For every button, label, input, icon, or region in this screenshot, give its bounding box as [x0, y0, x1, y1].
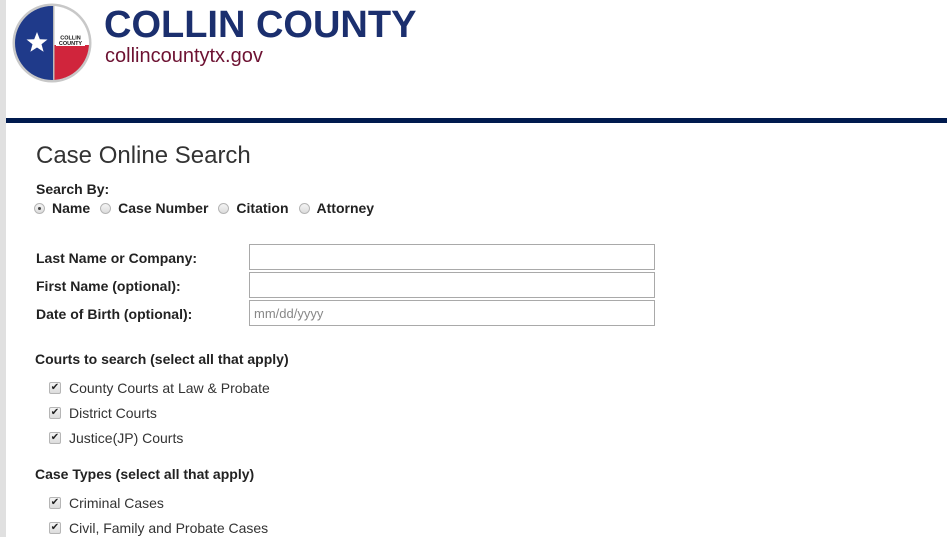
checkbox-district-courts[interactable]: ✔ District Courts [49, 405, 157, 421]
checkbox-label: Civil, Family and Probate Cases [69, 520, 269, 536]
checkbox-checked-icon[interactable]: ✔ [49, 407, 61, 419]
checkbox-checked-icon[interactable]: ✔ [49, 522, 61, 534]
search-by-options: Name Case Number Citation Attorney [34, 200, 384, 216]
last-name-input[interactable] [249, 244, 655, 270]
case-types-label: Case Types (select all that apply) [35, 466, 255, 482]
dob-label: Date of Birth (optional): [36, 306, 193, 322]
checkbox-label: Justice(JP) Courts [69, 430, 184, 446]
courts-label: Courts to search (select all that apply) [35, 351, 289, 367]
radio-attorney[interactable]: Attorney [298, 200, 375, 216]
radio-button-checked[interactable] [34, 202, 45, 214]
checkbox-civil-family-probate[interactable]: ✔ Civil, Family and Probate Cases [49, 520, 268, 536]
search-by-label: Search By: [36, 181, 110, 197]
checkbox-county-courts[interactable]: ✔ County Courts at Law & Probate [49, 380, 270, 396]
checkbox-checked-icon[interactable]: ✔ [49, 432, 61, 444]
radio-label: Name [52, 200, 91, 216]
dob-input[interactable] [249, 300, 655, 326]
brand-title[interactable]: COLLIN COUNTY [104, 4, 416, 47]
header-divider [6, 118, 947, 123]
checkbox-checked-icon[interactable]: ✔ [49, 497, 61, 509]
checkbox-criminal-cases[interactable]: ✔ Criminal Cases [49, 495, 164, 511]
radio-case-number[interactable]: Case Number [100, 200, 208, 216]
checkbox-checked-icon[interactable]: ✔ [49, 382, 61, 394]
brand-url[interactable]: collincountytx.gov [105, 45, 263, 68]
radio-label: Citation [236, 200, 289, 216]
checkbox-label: District Courts [69, 405, 157, 421]
checkbox-justice-courts[interactable]: ✔ Justice(JP) Courts [49, 430, 183, 446]
radio-button[interactable] [218, 202, 230, 214]
first-name-input[interactable] [249, 272, 655, 298]
logo-text-county: COUNTY [59, 41, 83, 47]
radio-citation[interactable]: Citation [218, 200, 289, 216]
checkbox-label: Criminal Cases [69, 495, 164, 511]
checkbox-label: County Courts at Law & Probate [69, 380, 270, 396]
first-name-label: First Name (optional): [36, 278, 181, 294]
radio-label: Attorney [316, 200, 375, 216]
last-name-label: Last Name or Company: [36, 250, 198, 266]
radio-label: Case Number [118, 200, 209, 216]
collin-county-logo[interactable]: COLLIN COUNTY [12, 3, 92, 83]
radio-button[interactable] [298, 202, 310, 214]
site-header: COLLIN COUNTY COLLIN COUNTY collincounty… [6, 0, 948, 118]
page-title: Case Online Search [36, 142, 251, 169]
radio-button[interactable] [100, 202, 112, 214]
radio-name[interactable]: Name [34, 200, 90, 216]
